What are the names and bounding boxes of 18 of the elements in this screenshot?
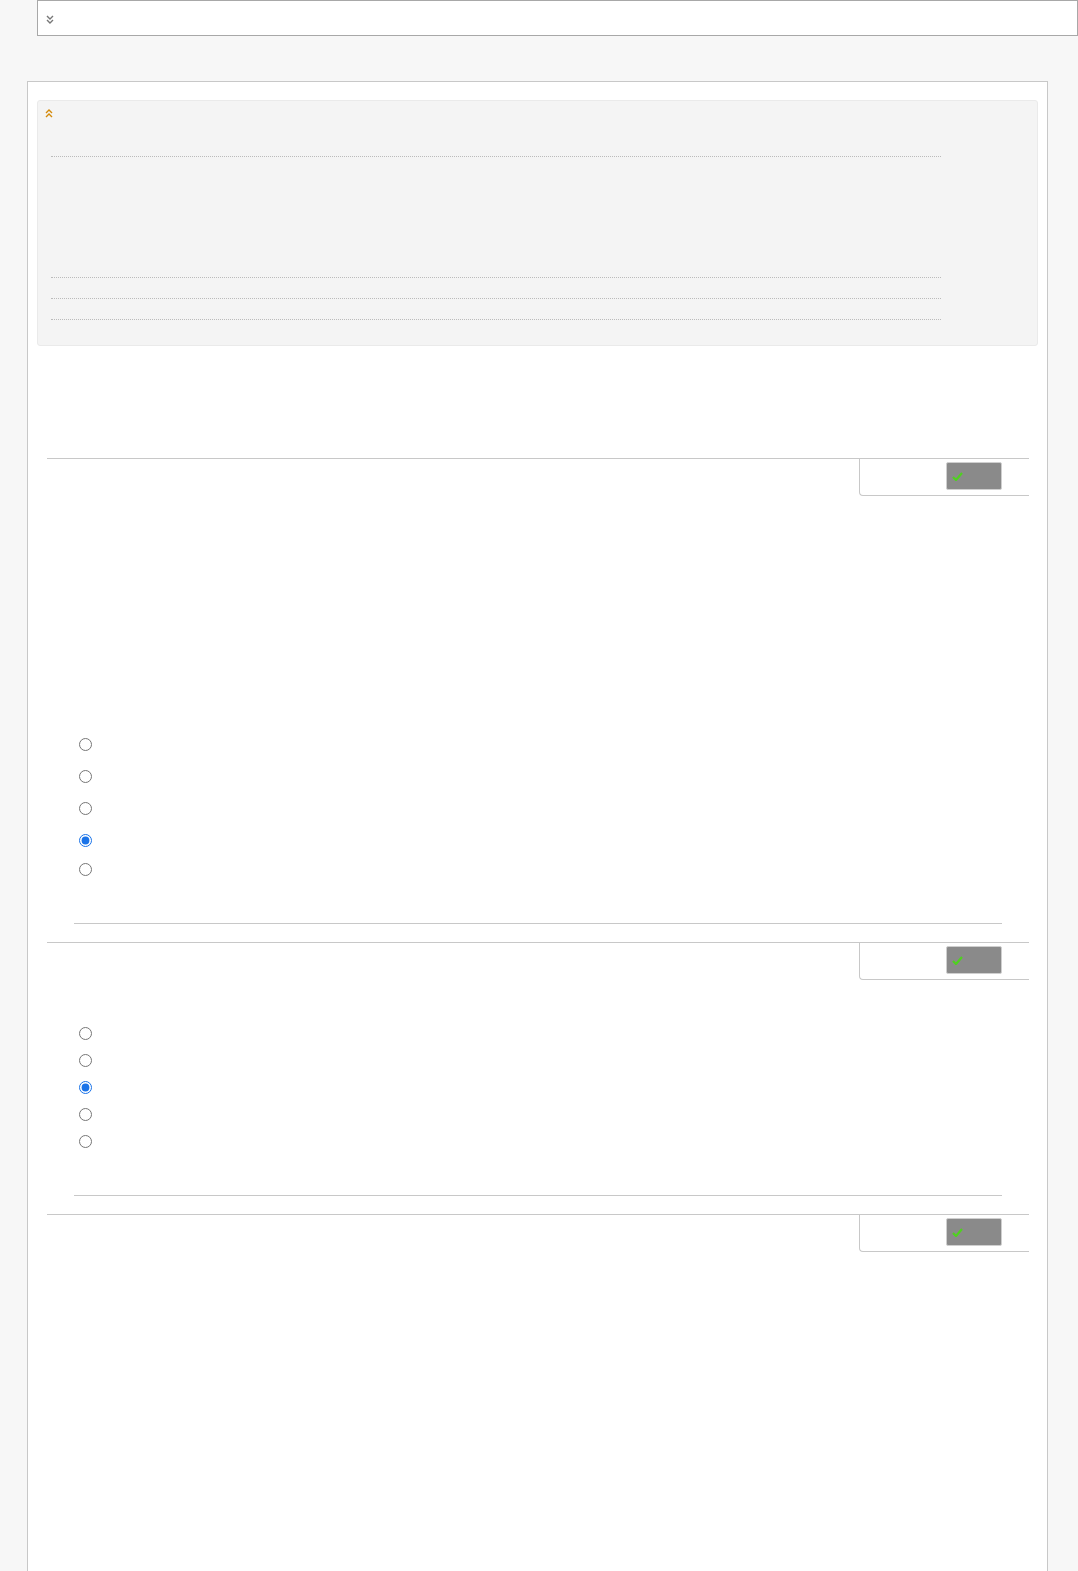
radio-button[interactable] xyxy=(79,1135,92,1148)
flag-button[interactable] xyxy=(946,1218,1002,1246)
radio-button[interactable] xyxy=(79,1027,92,1040)
radio-button[interactable] xyxy=(79,833,92,847)
flag-button[interactable] xyxy=(946,462,1002,490)
checkmark-icon xyxy=(952,1227,963,1237)
flag-button[interactable] xyxy=(946,946,1002,974)
double-chevron-down-icon[interactable] xyxy=(46,14,54,24)
radio-button[interactable] xyxy=(79,737,92,751)
radio-button[interactable] xyxy=(79,1081,92,1094)
double-chevron-up-icon[interactable] xyxy=(45,109,53,118)
radio-button[interactable] xyxy=(79,769,92,783)
radio-button[interactable] xyxy=(79,1054,92,1067)
radio-button[interactable] xyxy=(79,801,92,815)
radio-button[interactable] xyxy=(79,1108,92,1121)
checkmark-icon xyxy=(952,471,963,481)
radio-button[interactable] xyxy=(79,863,92,876)
checkmark-icon xyxy=(952,955,963,965)
